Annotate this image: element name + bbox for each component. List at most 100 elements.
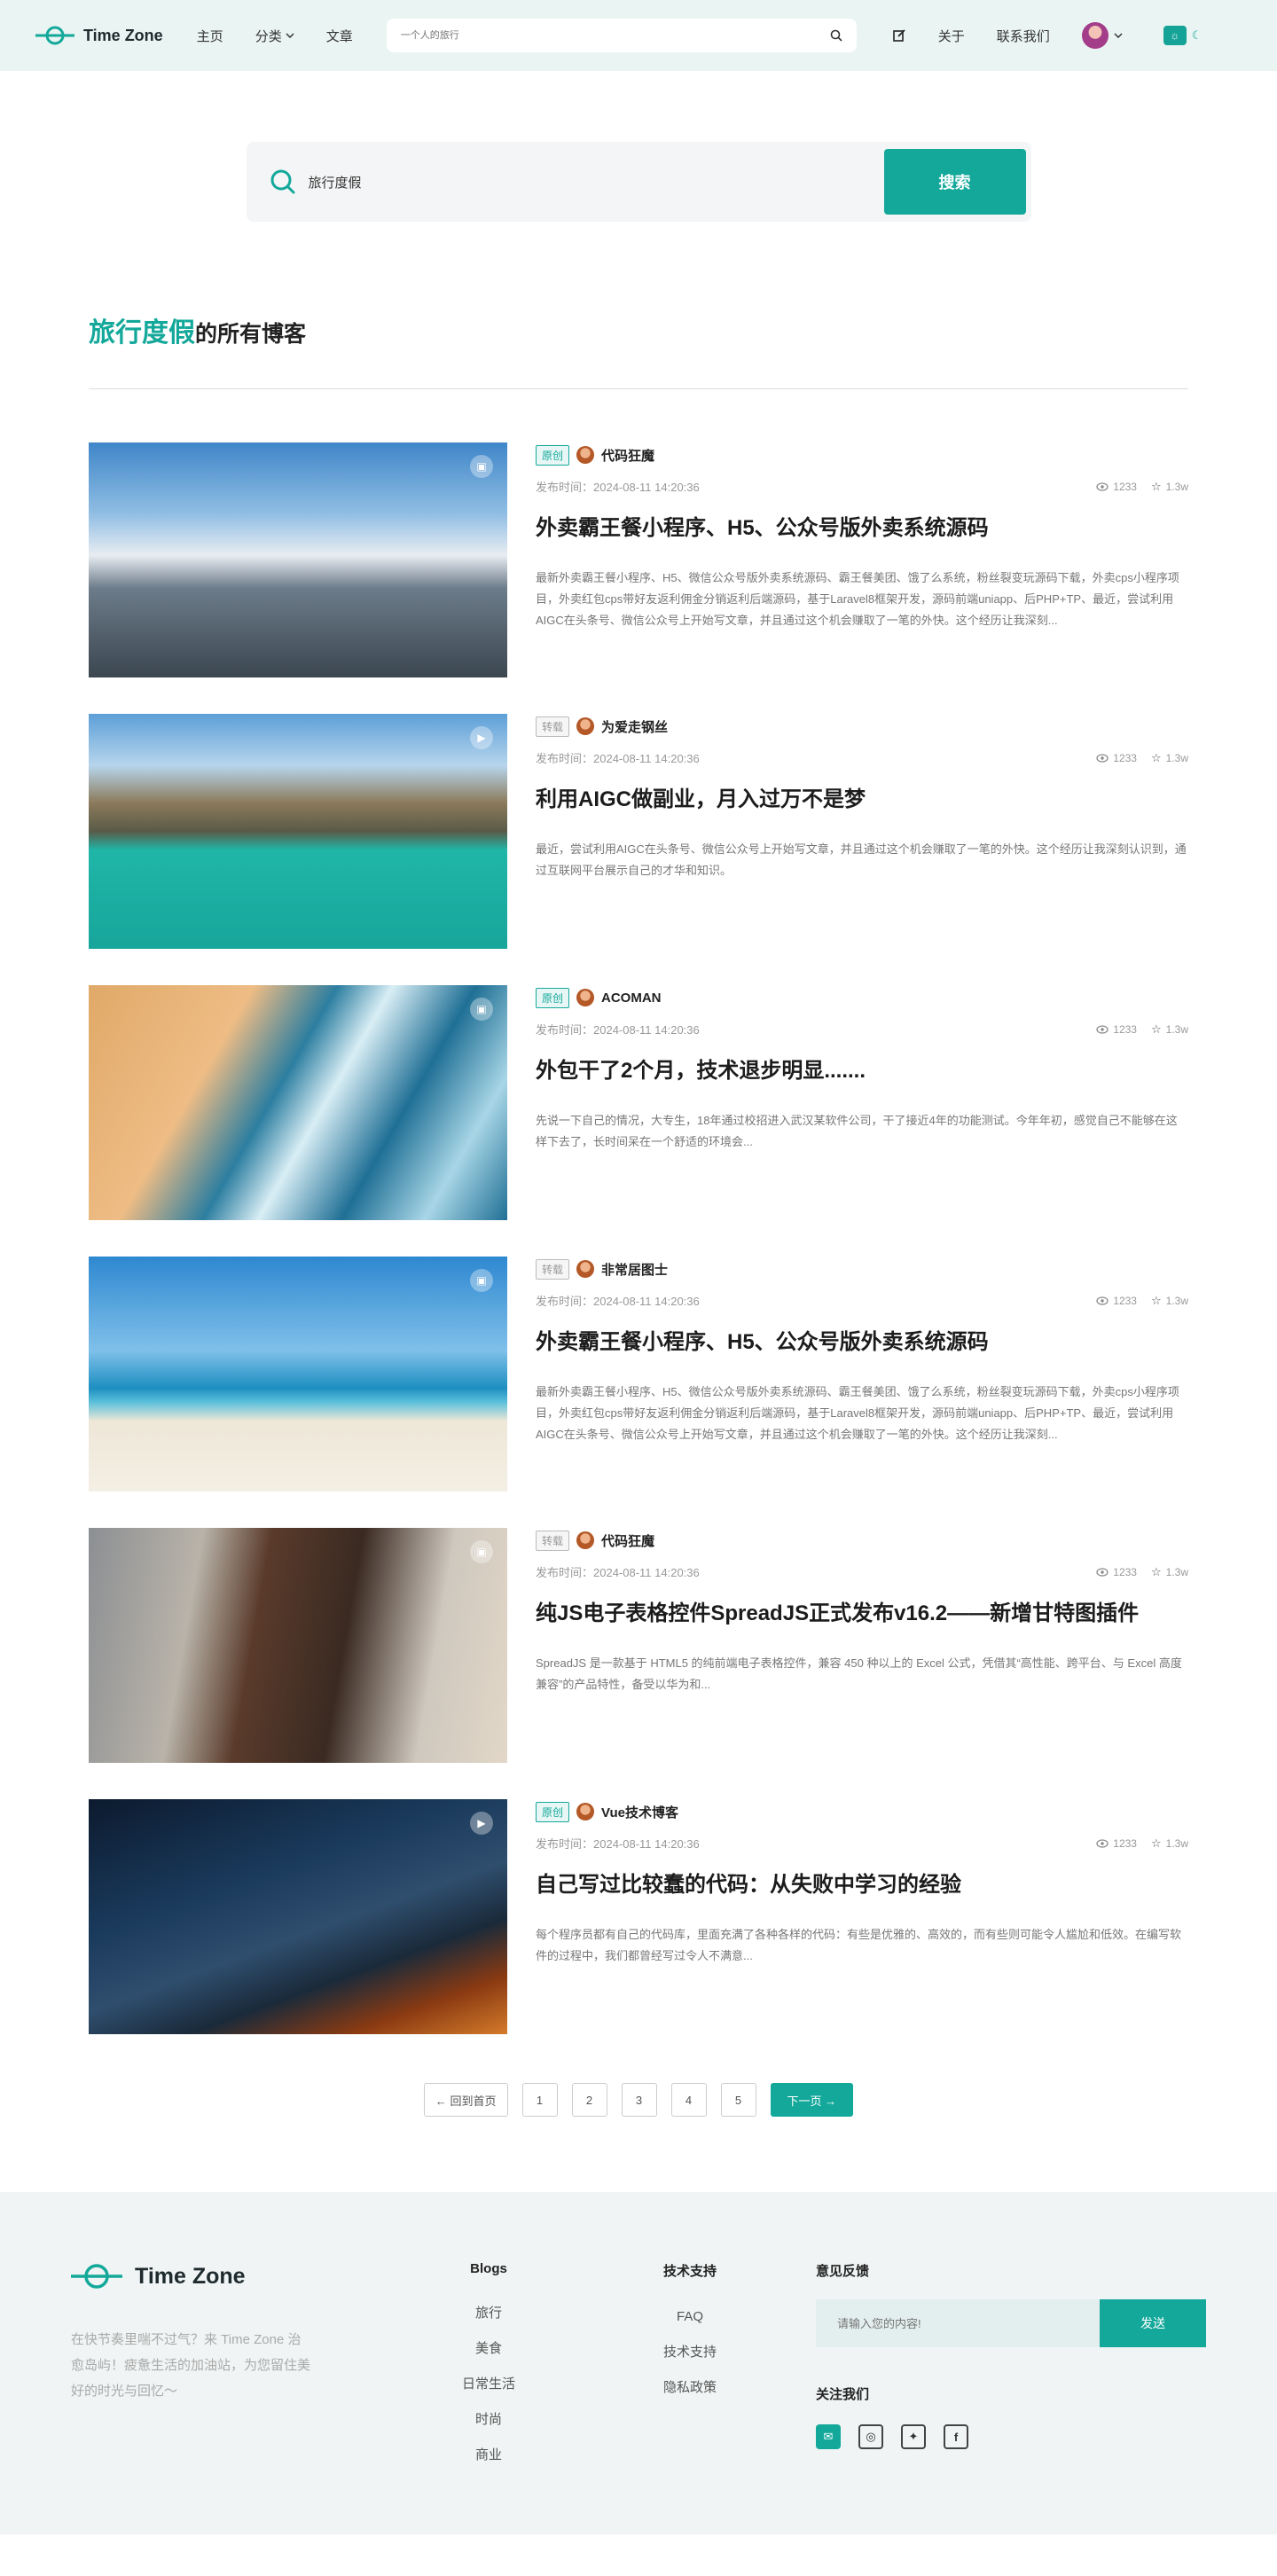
star-count[interactable]: ☆ 1.3w — [1151, 480, 1188, 494]
image-icon: ▣ — [470, 1269, 493, 1292]
post-title[interactable]: 自己写过比较蠢的代码：从失败中学习的经验 — [536, 1871, 1188, 1899]
post-card[interactable]: ▣ 转载 代码狂魔 发布时间：2024-08-11 14:20:36 1233 … — [89, 1528, 1188, 1763]
post-author[interactable]: 代码狂魔 — [601, 446, 654, 465]
view-count: 1233 — [1096, 1565, 1137, 1579]
eye-icon — [1096, 1838, 1109, 1848]
search-input[interactable] — [308, 174, 884, 190]
post-thumbnail[interactable]: ▶ — [89, 714, 507, 949]
search-button[interactable]: 搜索 — [883, 149, 1026, 215]
author-avatar[interactable] — [576, 1260, 595, 1278]
star-count[interactable]: ☆ 1.3w — [1151, 1022, 1188, 1037]
post-stats: 1233 ☆ 1.3w — [1096, 1565, 1188, 1579]
post-title[interactable]: 外包干了2个月，技术退步明显....... — [536, 1057, 1188, 1085]
page-5-button[interactable]: 5 — [720, 2083, 756, 2117]
post-author[interactable]: 非常居图士 — [601, 1260, 668, 1279]
logo-icon — [35, 26, 74, 45]
post-meta-secondary: 发布时间：2024-08-11 14:20:36 1233 ☆ 1.3w — [536, 1563, 1188, 1580]
footer-link-daily[interactable]: 日常生活 — [459, 2367, 518, 2402]
search-icon[interactable] — [830, 29, 842, 42]
footer-link-faq[interactable]: FAQ — [656, 2299, 724, 2335]
site-logo[interactable]: Time Zone — [35, 26, 163, 45]
next-page-button[interactable]: 下一页 → — [770, 2083, 854, 2117]
feedback-send-button[interactable]: 发送 — [1100, 2299, 1206, 2347]
footer-logo[interactable]: Time Zone — [71, 2263, 246, 2290]
footer-link-travel[interactable]: 旅行 — [459, 2296, 518, 2331]
page-3-button[interactable]: 3 — [621, 2083, 657, 2117]
post-author[interactable]: Vue技术博客 — [601, 1803, 678, 1821]
post-badge: 转载 — [536, 1530, 570, 1551]
edit-icon[interactable] — [892, 28, 906, 43]
post-title[interactable]: 外卖霸王餐小程序、H5、公众号版外卖系统源码 — [536, 514, 1188, 543]
post-thumbnail[interactable]: ▣ — [89, 1528, 507, 1763]
post-info: 转载 代码狂魔 发布时间：2024-08-11 14:20:36 1233 ☆ … — [536, 1528, 1188, 1763]
post-author[interactable]: 代码狂魔 — [601, 1531, 654, 1550]
post-badge: 原创 — [536, 444, 570, 466]
post-card[interactable]: ▣ 原创 代码狂魔 发布时间：2024-08-11 14:20:36 1233 … — [89, 442, 1188, 677]
footer-link-business[interactable]: 商业 — [459, 2438, 518, 2473]
post-card[interactable]: ▶ 原创 Vue技术博客 发布时间：2024-08-11 14:20:36 12… — [89, 1799, 1188, 2034]
post-author[interactable]: ACOMAN — [601, 990, 662, 1006]
nav-categories[interactable]: 分类 — [255, 27, 294, 45]
footer-link-fashion[interactable]: 时尚 — [459, 2402, 518, 2438]
post-title[interactable]: 纯JS电子表格控件SpreadJS正式发布v16.2——新增甘特图插件 — [536, 1600, 1188, 1628]
post-card[interactable]: ▣ 原创 ACOMAN 发布时间：2024-08-11 14:20:36 123… — [89, 985, 1188, 1220]
page-2-button[interactable]: 2 — [571, 2083, 607, 2117]
nav-about[interactable]: 关于 — [938, 27, 965, 45]
back-home-button[interactable]: ← 回到首页 — [423, 2083, 508, 2117]
nav-contact[interactable]: 联系我们 — [997, 27, 1050, 45]
post-info: 原创 代码狂魔 发布时间：2024-08-11 14:20:36 1233 ☆ … — [536, 442, 1188, 677]
author-avatar[interactable] — [576, 446, 595, 464]
post-card[interactable]: ▶ 转载 为爱走钢丝 发布时间：2024-08-11 14:20:36 1233… — [89, 714, 1188, 949]
post-excerpt: 每个程序员都有自己的代码库，里面充满了各种各样的代码：有些是优雅的、高效的，而有… — [536, 1928, 1182, 1962]
pagination: ← 回到首页 1 2 3 4 5 下一页 → — [0, 2083, 1277, 2117]
post-author[interactable]: 为爱走钢丝 — [601, 717, 668, 736]
post-thumbnail[interactable]: ▣ — [89, 1257, 507, 1492]
nav-home[interactable]: 主页 — [197, 27, 223, 45]
facebook-icon[interactable]: f — [944, 2424, 968, 2449]
post-thumbnail[interactable]: ▣ — [89, 442, 507, 677]
header-search — [386, 19, 857, 52]
post-stats: 1233 ☆ 1.3w — [1096, 1836, 1188, 1851]
author-avatar[interactable] — [576, 989, 595, 1006]
weibo-icon[interactable]: ◎ — [858, 2424, 883, 2449]
user-menu[interactable] — [1081, 22, 1123, 49]
feedback-input[interactable] — [816, 2299, 1100, 2347]
view-count: 1233 — [1096, 1294, 1137, 1308]
eye-icon — [1096, 1024, 1109, 1034]
star-count[interactable]: ☆ 1.3w — [1151, 1836, 1188, 1851]
post-title[interactable]: 外卖霸王餐小程序、H5、公众号版外卖系统源码 — [536, 1328, 1188, 1357]
author-avatar[interactable] — [576, 717, 595, 735]
footer-link-privacy[interactable]: 隐私政策 — [656, 2370, 724, 2406]
post-title[interactable]: 利用AIGC做副业，月入过万不是梦 — [536, 786, 1188, 814]
author-avatar[interactable] — [576, 1531, 595, 1549]
star-count-value: 1.3w — [1165, 1565, 1188, 1578]
footer-tech: 技术支持 FAQ 技术支持 隐私政策 — [656, 2261, 724, 2406]
results-keyword: 旅行度假 — [89, 318, 195, 348]
footer-link-food[interactable]: 美食 — [459, 2331, 518, 2367]
results-suffix: 的所有博客 — [195, 322, 307, 347]
wechat-icon[interactable]: ✉ — [816, 2424, 841, 2449]
footer-link-support[interactable]: 技术支持 — [656, 2335, 724, 2370]
theme-toggle[interactable]: ☼ ☾ — [1163, 26, 1202, 45]
post-badge: 转载 — [536, 1258, 570, 1280]
post-thumbnail[interactable]: ▣ — [89, 985, 507, 1220]
results-title: 旅行度假的所有博客 — [89, 310, 1277, 349]
star-count[interactable]: ☆ 1.3w — [1151, 751, 1188, 765]
footer: Time Zone 在快节奏里喘不过气？来 Time Zone 治愈岛屿！疲惫生… — [0, 2192, 1277, 2534]
twitter-icon[interactable]: ✦ — [901, 2424, 926, 2449]
page-1-button[interactable]: 1 — [521, 2083, 558, 2117]
star-count-value: 1.3w — [1165, 480, 1188, 493]
star-count[interactable]: ☆ 1.3w — [1151, 1565, 1188, 1579]
header-search-input[interactable] — [400, 30, 830, 41]
nav-articles[interactable]: 文章 — [326, 27, 353, 45]
header-right: 关于 联系我们 ☼ ☾ — [892, 22, 1202, 49]
page-4-button[interactable]: 4 — [670, 2083, 707, 2117]
post-thumbnail[interactable]: ▶ — [89, 1799, 507, 2034]
star-count[interactable]: ☆ 1.3w — [1151, 1294, 1188, 1308]
author-avatar[interactable] — [576, 1803, 595, 1820]
eye-icon — [1096, 482, 1109, 491]
post-meta-secondary: 发布时间：2024-08-11 14:20:36 1233 ☆ 1.3w — [536, 1021, 1188, 1037]
post-card[interactable]: ▣ 转载 非常居图士 发布时间：2024-08-11 14:20:36 1233… — [89, 1257, 1188, 1492]
feedback-title: 意见反馈 — [816, 2264, 870, 2279]
footer-logo-text: Time Zone — [135, 2263, 246, 2289]
